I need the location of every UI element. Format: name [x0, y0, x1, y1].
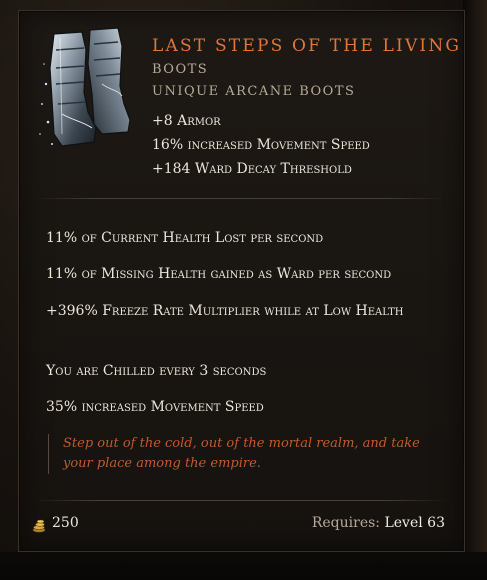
background-edge-bottom — [0, 552, 487, 580]
item-type: BOOTS — [152, 62, 209, 77]
implicit-stat: +184 Ward Decay Threshold — [152, 161, 352, 177]
implicit-stats: +8 Armor 16% increased Movement Speed +1… — [152, 109, 370, 181]
mod-line: +396% Freeze Rate Multiplier while at Lo… — [46, 303, 404, 319]
divider — [34, 500, 447, 501]
implicit-stat: +8 Armor — [152, 113, 221, 129]
implicit-stat: 16% increased Movement Speed — [152, 137, 370, 153]
requires-label: Requires: — [311, 515, 381, 531]
required-level: Level 63 — [384, 515, 445, 531]
background-edge — [463, 0, 487, 580]
lore-text: Step out of the cold, out of the mortal … — [48, 434, 453, 474]
item-name: LAST STEPS OF THE LIVING — [152, 36, 462, 56]
divider — [34, 198, 447, 199]
mod-line: 11% of Missing Health gained as Ward per… — [46, 266, 392, 282]
level-requirement: Requires: Level 63 — [312, 515, 445, 531]
gold-value: 250 — [52, 515, 79, 531]
item-subtype: UNIQUE ARCANE BOOTS — [152, 84, 356, 99]
mod-line: 35% increased Movement Speed — [46, 399, 264, 415]
mod-line: You are Chilled every 3 seconds — [46, 363, 267, 379]
gold-coins-icon — [32, 519, 46, 533]
mod-line: 11% of Current Health Lost per second — [46, 230, 324, 246]
arcane-boots-icon — [39, 27, 131, 147]
